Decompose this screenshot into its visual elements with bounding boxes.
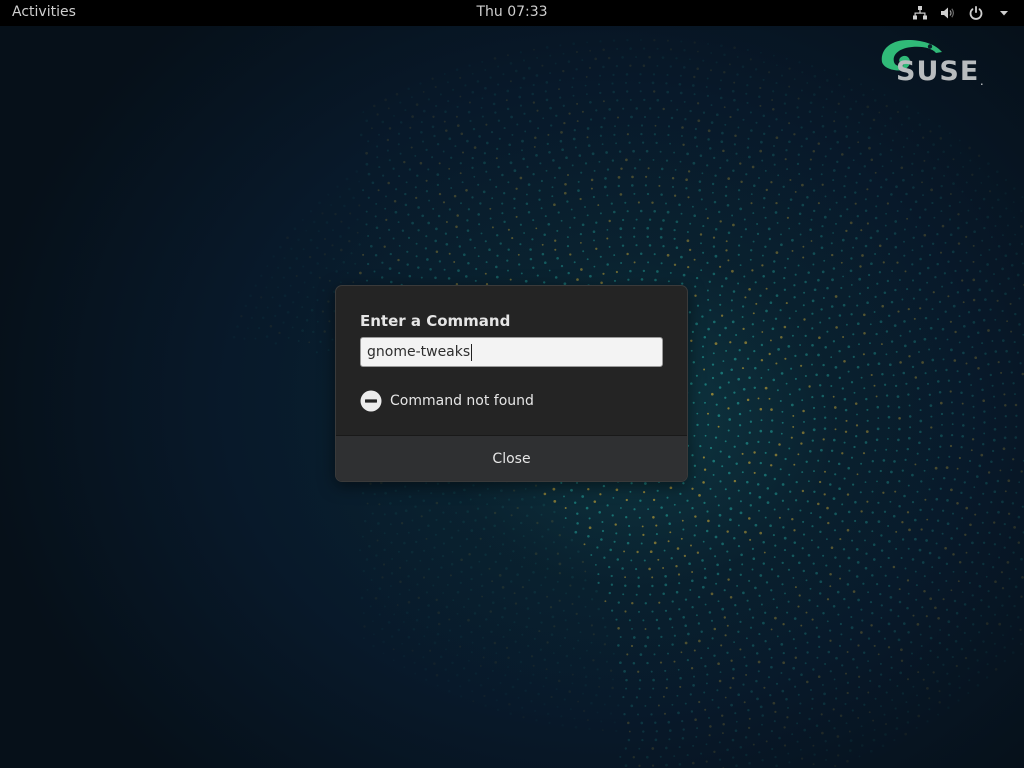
- power-icon[interactable]: [968, 5, 984, 21]
- minus-circle-icon: [360, 390, 382, 412]
- suse-wordmark: SUSE.: [896, 56, 985, 87]
- activities-button[interactable]: Activities: [12, 4, 76, 20]
- top-bar: Activities Thu 07:33: [0, 0, 1024, 26]
- error-message: Command not found: [390, 393, 534, 409]
- run-command-dialog: Enter a Command gnome-tweaks Command not…: [335, 285, 688, 482]
- error-message-row: Command not found: [360, 389, 534, 413]
- volume-icon[interactable]: [940, 5, 956, 21]
- close-button[interactable]: Close: [336, 436, 687, 481]
- clock-label[interactable]: Thu 07:33: [476, 4, 547, 20]
- network-wired-icon[interactable]: [912, 5, 928, 21]
- command-input[interactable]: gnome-tweaks: [360, 337, 663, 367]
- dialog-title: Enter a Command: [360, 312, 511, 330]
- command-input-value: gnome-tweaks: [367, 344, 471, 360]
- text-cursor: [471, 343, 473, 361]
- menu-arrow-icon[interactable]: [996, 5, 1012, 21]
- suse-logo: SUSE.: [876, 36, 988, 90]
- dialog-button-area: Close: [336, 435, 687, 481]
- clock: Thu 07:33: [0, 4, 1024, 20]
- system-status-area[interactable]: [912, 0, 1012, 26]
